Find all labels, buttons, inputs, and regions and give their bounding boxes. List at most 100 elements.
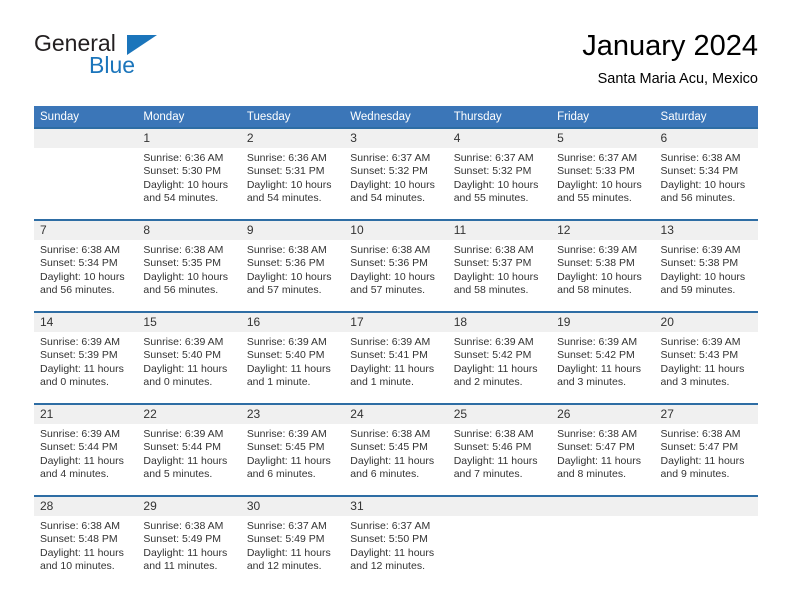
sunset-text: Sunset: 5:45 PM bbox=[350, 441, 428, 454]
calendar-day-cell[interactable]: 31 Sunrise: 6:37 AM Sunset: 5:50 PM Dayligh… bbox=[344, 495, 448, 587]
daylight-minutes-text: and 56 minutes. bbox=[40, 284, 115, 297]
calendar-cell-empty bbox=[34, 127, 138, 220]
daylight-hours-text: Daylight: 10 hours bbox=[350, 270, 435, 283]
sunrise-text: Sunrise: 6:38 AM bbox=[660, 152, 741, 164]
daylight-minutes-text: and 58 minutes. bbox=[453, 284, 529, 297]
weekday-header-thursday: Thursday bbox=[447, 106, 552, 128]
calendar-day-cell[interactable]: 8 Sunrise: 6:38 AM Sunset: 5:35 PM Daylight… bbox=[137, 219, 241, 312]
sunrise-text: Sunrise: 6:38 AM bbox=[143, 244, 224, 256]
sunset-text: Sunset: 5:40 PM bbox=[143, 349, 222, 362]
sunset-text: Sunset: 5:46 PM bbox=[453, 441, 532, 454]
sunset-text: Sunset: 5:42 PM bbox=[557, 349, 635, 362]
sunrise-text: Sunrise: 6:38 AM bbox=[40, 244, 120, 256]
weekday-header-sunday: Sunday bbox=[34, 106, 138, 128]
calendar-week-row: 7 Sunrise: 6:38 AM Sunset: 5:34 PM Daylight… bbox=[34, 219, 758, 312]
calendar-day-cell[interactable]: 17 Sunrise: 6:39 AM Sunset: 5:41 PM Dayligh… bbox=[344, 311, 448, 404]
calendar-day-cell[interactable]: 22 Sunrise: 6:39 AM Sunset: 5:44 PM Dayligh… bbox=[137, 403, 241, 496]
daylight-minutes-text: and 54 minutes. bbox=[350, 192, 425, 205]
calendar-page: General Blue January 2024 Santa Maria Ac… bbox=[0, 0, 792, 612]
day-number: 16 bbox=[240, 313, 345, 332]
daylight-hours-text: Daylight: 10 hours bbox=[557, 270, 642, 283]
calendar-day-cell[interactable]: 15 Sunrise: 6:39 AM Sunset: 5:40 PM Dayligh… bbox=[137, 311, 241, 404]
sunrise-text: Sunrise: 6:39 AM bbox=[660, 336, 741, 348]
calendar-day-cell[interactable]: 6 Sunrise: 6:38 AM Sunset: 5:34 PM Daylight… bbox=[654, 127, 758, 220]
calendar-day-cell[interactable]: 30 Sunrise: 6:37 AM Sunset: 5:49 PM Dayligh… bbox=[240, 495, 345, 587]
calendar-day-cell[interactable]: 18 Sunrise: 6:39 AM Sunset: 5:42 PM Dayligh… bbox=[447, 311, 552, 404]
daylight-hours-text: Daylight: 11 hours bbox=[453, 362, 538, 375]
sunset-text: Sunset: 5:34 PM bbox=[660, 165, 739, 178]
sunrise-text: Sunrise: 6:39 AM bbox=[660, 244, 741, 256]
day-details: Sunrise: 6:36 AM Sunset: 5:31 PM Daylight:… bbox=[241, 148, 344, 206]
day-number: 18 bbox=[447, 313, 552, 332]
day-number: 5 bbox=[551, 129, 655, 148]
sunset-text: Sunset: 5:49 PM bbox=[246, 533, 325, 546]
day-number bbox=[654, 497, 758, 516]
day-details: Sunrise: 6:38 AM Sunset: 5:36 PM Daylight:… bbox=[241, 240, 344, 298]
daylight-hours-text: Daylight: 10 hours bbox=[246, 178, 332, 191]
calendar-day-cell[interactable]: 16 Sunrise: 6:39 AM Sunset: 5:40 PM Dayligh… bbox=[240, 311, 345, 404]
day-details: Sunrise: 6:37 AM Sunset: 5:32 PM Daylight:… bbox=[344, 148, 447, 206]
daylight-minutes-text: and 57 minutes. bbox=[350, 284, 425, 297]
calendar-day-cell[interactable]: 13 Sunrise: 6:39 AM Sunset: 5:38 PM Dayligh… bbox=[654, 219, 758, 312]
day-details: Sunrise: 6:38 AM Sunset: 5:47 PM Daylight:… bbox=[551, 424, 654, 482]
day-number: 6 bbox=[654, 129, 758, 148]
sunrise-text: Sunrise: 6:39 AM bbox=[350, 336, 431, 348]
calendar-day-cell[interactable]: 21 Sunrise: 6:39 AM Sunset: 5:44 PM Dayligh… bbox=[34, 403, 138, 496]
day-details: Sunrise: 6:39 AM Sunset: 5:38 PM Daylight:… bbox=[551, 240, 654, 298]
day-details: Sunrise: 6:39 AM Sunset: 5:39 PM Daylight:… bbox=[34, 332, 137, 390]
weekday-header-tuesday: Tuesday bbox=[240, 106, 345, 128]
calendar-day-cell[interactable]: 2 Sunrise: 6:36 AM Sunset: 5:31 PM Daylight… bbox=[240, 127, 345, 220]
sunrise-text: Sunrise: 6:37 AM bbox=[350, 520, 431, 532]
daylight-minutes-text: and 1 minute. bbox=[350, 376, 414, 389]
daylight-hours-text: Daylight: 11 hours bbox=[660, 362, 745, 375]
calendar-day-cell[interactable]: 26 Sunrise: 6:38 AM Sunset: 5:47 PM Dayligh… bbox=[551, 403, 655, 496]
calendar-day-cell[interactable]: 1 Sunrise: 6:36 AM Sunset: 5:30 PM Daylight… bbox=[137, 127, 241, 220]
daylight-hours-text: Daylight: 11 hours bbox=[40, 454, 124, 467]
daylight-minutes-text: and 11 minutes. bbox=[143, 560, 218, 573]
day-details: Sunrise: 6:39 AM Sunset: 5:45 PM Daylight:… bbox=[241, 424, 344, 482]
calendar-day-cell[interactable]: 9 Sunrise: 6:38 AM Sunset: 5:36 PM Daylight… bbox=[240, 219, 345, 312]
daylight-minutes-text: and 0 minutes. bbox=[40, 376, 109, 389]
title-block: January 2024 Santa Maria Acu, Mexico bbox=[582, 28, 758, 90]
calendar-day-cell[interactable]: 27 Sunrise: 6:38 AM Sunset: 5:47 PM Dayligh… bbox=[654, 403, 758, 496]
daylight-hours-text: Daylight: 10 hours bbox=[660, 178, 746, 191]
brand-logo[interactable]: General Blue bbox=[34, 30, 244, 92]
sunset-text: Sunset: 5:32 PM bbox=[350, 165, 428, 178]
daylight-hours-text: Daylight: 11 hours bbox=[40, 546, 124, 559]
calendar-day-cell[interactable]: 23 Sunrise: 6:39 AM Sunset: 5:45 PM Dayligh… bbox=[240, 403, 345, 496]
day-details: Sunrise: 6:38 AM Sunset: 5:34 PM Daylight:… bbox=[655, 148, 758, 206]
calendar-day-cell[interactable]: 19 Sunrise: 6:39 AM Sunset: 5:42 PM Dayligh… bbox=[551, 311, 655, 404]
day-number: 26 bbox=[551, 405, 655, 424]
day-details: Sunrise: 6:37 AM Sunset: 5:50 PM Daylight:… bbox=[344, 516, 447, 574]
day-number: 8 bbox=[137, 221, 241, 240]
calendar-week-row: 21 Sunrise: 6:39 AM Sunset: 5:44 PM Dayligh… bbox=[34, 403, 758, 496]
calendar-day-cell[interactable]: 29 Sunrise: 6:38 AM Sunset: 5:49 PM Dayligh… bbox=[137, 495, 241, 587]
sunrise-text: Sunrise: 6:39 AM bbox=[40, 428, 120, 440]
daylight-hours-text: Daylight: 10 hours bbox=[453, 270, 539, 283]
day-details: Sunrise: 6:39 AM Sunset: 5:42 PM Daylight:… bbox=[551, 332, 654, 390]
calendar-day-cell[interactable]: 20 Sunrise: 6:39 AM Sunset: 5:43 PM Dayligh… bbox=[654, 311, 758, 404]
calendar-day-cell[interactable]: 25 Sunrise: 6:38 AM Sunset: 5:46 PM Dayligh… bbox=[447, 403, 552, 496]
day-number: 23 bbox=[240, 405, 345, 424]
daylight-hours-text: Daylight: 10 hours bbox=[40, 270, 125, 283]
daylight-hours-text: Daylight: 10 hours bbox=[143, 178, 229, 191]
calendar-day-cell[interactable]: 28 Sunrise: 6:38 AM Sunset: 5:48 PM Dayligh… bbox=[34, 495, 138, 587]
calendar-day-cell[interactable]: 10 Sunrise: 6:38 AM Sunset: 5:36 PM Dayligh… bbox=[344, 219, 448, 312]
page-title: January 2024 bbox=[582, 30, 758, 62]
day-details: Sunrise: 6:37 AM Sunset: 5:32 PM Daylight:… bbox=[448, 148, 551, 206]
day-details: Sunrise: 6:38 AM Sunset: 5:47 PM Daylight:… bbox=[655, 424, 758, 482]
daylight-minutes-text: and 57 minutes. bbox=[246, 284, 322, 297]
day-details: Sunrise: 6:38 AM Sunset: 5:49 PM Daylight:… bbox=[137, 516, 240, 574]
calendar-day-cell[interactable]: 12 Sunrise: 6:39 AM Sunset: 5:38 PM Dayligh… bbox=[551, 219, 655, 312]
daylight-minutes-text: and 3 minutes. bbox=[557, 376, 626, 389]
sunset-text: Sunset: 5:31 PM bbox=[246, 165, 325, 178]
calendar-day-cell[interactable]: 5 Sunrise: 6:37 AM Sunset: 5:33 PM Daylight… bbox=[551, 127, 655, 220]
calendar-day-cell[interactable]: 11 Sunrise: 6:38 AM Sunset: 5:37 PM Dayligh… bbox=[447, 219, 552, 312]
calendar-day-cell[interactable]: 3 Sunrise: 6:37 AM Sunset: 5:32 PM Daylight… bbox=[344, 127, 448, 220]
calendar-day-cell[interactable]: 7 Sunrise: 6:38 AM Sunset: 5:34 PM Daylight… bbox=[34, 219, 138, 312]
calendar-day-cell[interactable]: 24 Sunrise: 6:38 AM Sunset: 5:45 PM Dayligh… bbox=[344, 403, 448, 496]
calendar-day-cell[interactable]: 14 Sunrise: 6:39 AM Sunset: 5:39 PM Dayligh… bbox=[34, 311, 138, 404]
sunset-text: Sunset: 5:42 PM bbox=[453, 349, 532, 362]
day-number: 22 bbox=[137, 405, 241, 424]
calendar-day-cell[interactable]: 4 Sunrise: 6:37 AM Sunset: 5:32 PM Daylight… bbox=[447, 127, 552, 220]
